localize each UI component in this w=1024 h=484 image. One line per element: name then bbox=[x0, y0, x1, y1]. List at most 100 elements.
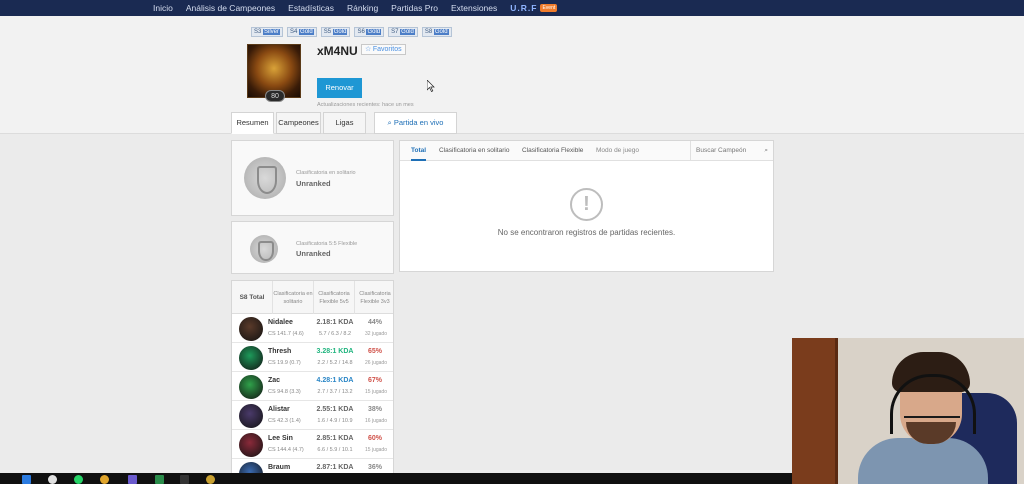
champion-row[interactable]: Thresh CS 19.9 (0.7) 3.28:1 KDA 2.2 / 5.2 /… bbox=[232, 343, 393, 372]
match-tab-solo[interactable]: Clasificatoria en solitario bbox=[439, 141, 509, 161]
nav-analisis-campeones[interactable]: Análisis de Campeones bbox=[186, 3, 275, 13]
unranked-emblem-icon bbox=[250, 235, 278, 263]
match-tab-total[interactable]: Total bbox=[411, 141, 427, 161]
taskbar-app-icon[interactable] bbox=[180, 475, 189, 484]
season-badge: S8 Gold bbox=[421, 27, 452, 37]
webcam-overlay bbox=[792, 338, 1024, 484]
champion-kda-detail: 6.6 / 5.9 / 10.1 bbox=[317, 447, 353, 453]
flex-rank-box: Clasificatoria 5:5 Flexible Unranked bbox=[231, 221, 394, 274]
match-tab-game-mode[interactable]: Modo de juego bbox=[596, 141, 639, 161]
header-flex-5v5[interactable]: Clasificatoria Flexible 5v5 bbox=[313, 281, 354, 314]
champion-games: 16 jugado bbox=[365, 418, 387, 424]
champion-kda-detail: 1.6 / 4.9 / 10.9 bbox=[317, 418, 353, 424]
header-flex-3v3[interactable]: Clasificatoria Flexible 3v3 bbox=[354, 281, 393, 314]
champion-row[interactable]: Zac CS 94.8 (3.3) 4.28:1 KDA 2.7 / 3.7 / 13… bbox=[232, 372, 393, 401]
champion-games: 15 jugado bbox=[365, 389, 387, 395]
chrome-icon[interactable] bbox=[100, 475, 109, 484]
tab-partida-en-vivo[interactable]: ⌕ Partida en vivo bbox=[374, 112, 457, 134]
season-badge: S7 Gold bbox=[388, 27, 418, 37]
nav-ranking[interactable]: Ránking bbox=[347, 3, 378, 13]
solo-rank-box: Clasificatoria en solitario Unranked bbox=[231, 140, 394, 216]
champion-stats-table: S8 Total Clasificatoria en solitario Cla… bbox=[231, 280, 394, 476]
whatsapp-icon[interactable] bbox=[74, 475, 83, 484]
nav-estadisticas[interactable]: Estadísticas bbox=[288, 3, 334, 13]
champion-kda-detail: 5.7 / 6.3 / 8.2 bbox=[318, 331, 352, 337]
renew-button[interactable]: Renovar bbox=[317, 78, 362, 98]
favorite-button[interactable]: ☆ Favoritos bbox=[361, 44, 406, 55]
champion-kda: 3.28:1 KDA bbox=[316, 348, 354, 355]
taskbar-app-icon[interactable] bbox=[206, 475, 215, 484]
nav-urf[interactable]: U.R.F bbox=[510, 3, 537, 13]
champion-winrate: 60% bbox=[367, 435, 382, 442]
champion-row[interactable]: Nidalee CS 141.7 (4.6) 2.18:1 KDA 5.7 / 6.3… bbox=[232, 314, 393, 343]
os-taskbar bbox=[0, 473, 792, 484]
nav-extensiones[interactable]: Extensiones bbox=[451, 3, 497, 13]
champion-name: Lee Sin bbox=[268, 435, 293, 442]
season-badge: S4 Gold bbox=[287, 27, 317, 37]
champion-cs: CS 144.4 (4.7) bbox=[268, 447, 304, 453]
solo-rank-label: Clasificatoria en solitario bbox=[296, 170, 356, 176]
event-badge: Event bbox=[540, 4, 558, 12]
season-badge: S6 Gold bbox=[354, 27, 385, 37]
champion-kda: 4.28:1 KDA bbox=[316, 377, 354, 384]
header-s8-total[interactable]: S8 Total bbox=[232, 281, 272, 314]
champion-name: Nidalee bbox=[268, 319, 293, 326]
champion-cs: CS 141.7 (4.6) bbox=[268, 331, 304, 337]
champion-kda: 2.55:1 KDA bbox=[316, 406, 354, 413]
tab-ligas[interactable]: Ligas bbox=[323, 112, 366, 134]
champion-cs: CS 19.9 (0.7) bbox=[268, 360, 301, 366]
champion-kda: 2.18:1 KDA bbox=[316, 319, 354, 326]
champion-kda-detail: 2.7 / 3.7 / 13.2 bbox=[317, 389, 353, 395]
match-tab-flex[interactable]: Clasificatoria Flexible bbox=[522, 141, 583, 161]
profile-header bbox=[0, 16, 1024, 134]
summoner-level: 80 bbox=[265, 90, 285, 102]
champion-name: Thresh bbox=[268, 348, 292, 355]
mouse-cursor-icon bbox=[427, 80, 435, 92]
champion-kda: 2.85:1 KDA bbox=[316, 435, 354, 442]
champion-winrate: 65% bbox=[367, 348, 382, 355]
taskbar-app-icon[interactable] bbox=[22, 475, 31, 484]
solo-rank-value: Unranked bbox=[296, 179, 331, 188]
champion-name: Zac bbox=[268, 377, 281, 384]
match-filter-tabs: Total Clasificatoria en solitario Clasif… bbox=[400, 141, 773, 161]
champion-games: 32 jugado bbox=[365, 331, 387, 337]
tab-campeones[interactable]: Campeones bbox=[276, 112, 321, 134]
season-badge: S3 Silver bbox=[251, 27, 284, 37]
live-search-icon: ⌕ bbox=[387, 118, 392, 127]
champion-winrate: 36% bbox=[367, 464, 382, 471]
summoner-name: xM4NU bbox=[317, 44, 358, 58]
nav-inicio[interactable]: Inicio bbox=[153, 3, 173, 13]
champion-avatar bbox=[239, 375, 263, 399]
champion-kda: 2.87:1 KDA bbox=[316, 464, 354, 471]
season-badge: S5 Gold bbox=[320, 27, 351, 37]
recent-matches-panel: Total Clasificatoria en solitario Clasif… bbox=[399, 140, 774, 272]
screen: Inicio Análisis de Campeones Estadística… bbox=[0, 0, 1024, 484]
taskbar-app-icon[interactable] bbox=[155, 475, 164, 484]
header-solo[interactable]: Clasificatoria en solitario bbox=[272, 281, 313, 314]
champion-search-input[interactable]: Buscar Campeón ⌕ bbox=[690, 141, 773, 160]
empty-state-text: No se encontraron registros de partidas … bbox=[497, 228, 676, 237]
top-nav: Inicio Análisis de Campeones Estadística… bbox=[0, 0, 1024, 16]
champion-row[interactable]: Alistar CS 42.3 (1.4) 2.55:1 KDA 1.6 / 4.9 … bbox=[232, 401, 393, 430]
champion-row[interactable]: Lee Sin CS 144.4 (4.7) 2.85:1 KDA 6.6 / 5.9… bbox=[232, 430, 393, 459]
taskbar-app-icon[interactable] bbox=[128, 475, 137, 484]
champion-avatar bbox=[239, 404, 263, 428]
champion-name: Braum bbox=[268, 464, 291, 471]
taskbar-app-icon[interactable] bbox=[48, 475, 57, 484]
champion-kda-detail: 2.2 / 5.2 / 14.8 bbox=[317, 360, 353, 366]
search-icon: ⌕ bbox=[764, 147, 768, 154]
webcam-door bbox=[792, 338, 838, 484]
alert-icon: ! bbox=[570, 188, 603, 221]
search-placeholder: Buscar Campeón bbox=[696, 147, 747, 154]
star-icon: ☆ bbox=[365, 46, 372, 53]
champion-avatar bbox=[239, 346, 263, 370]
champion-avatar bbox=[239, 317, 263, 341]
champion-cs: CS 94.8 (3.3) bbox=[268, 389, 301, 395]
champion-games: 26 jugado bbox=[365, 360, 387, 366]
champion-games: 15 jugado bbox=[365, 447, 387, 453]
champion-cs: CS 42.3 (1.4) bbox=[268, 418, 301, 424]
tab-resumen[interactable]: Resumen bbox=[231, 112, 274, 134]
champion-winrate: 67% bbox=[367, 377, 382, 384]
nav-partidas-pro[interactable]: Partidas Pro bbox=[391, 3, 438, 13]
champion-name: Alistar bbox=[268, 406, 290, 413]
